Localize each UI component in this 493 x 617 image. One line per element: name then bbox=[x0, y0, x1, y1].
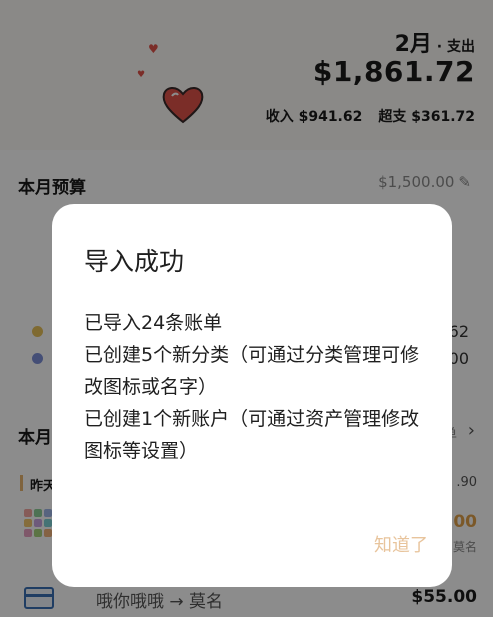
dialog-body: 已导入24条账单 已创建5个新分类（可通过分类管理可修改图标或名字） 已创建1个… bbox=[84, 307, 424, 467]
dialog-title: 导入成功 bbox=[84, 247, 185, 276]
dialog-line: 已导入24条账单 bbox=[84, 312, 223, 334]
dialog-line: 已创建5个新分类（可通过分类管理可修改图标或名字） bbox=[84, 344, 420, 398]
dialog-line: 已创建1个新账户（可通过资产管理修改图标等设置） bbox=[84, 408, 420, 462]
import-success-dialog: 导入成功 已导入24条账单 已创建5个新分类（可通过分类管理可修改图标或名字） … bbox=[52, 204, 452, 587]
got-it-button[interactable]: 知道了 bbox=[374, 531, 428, 557]
